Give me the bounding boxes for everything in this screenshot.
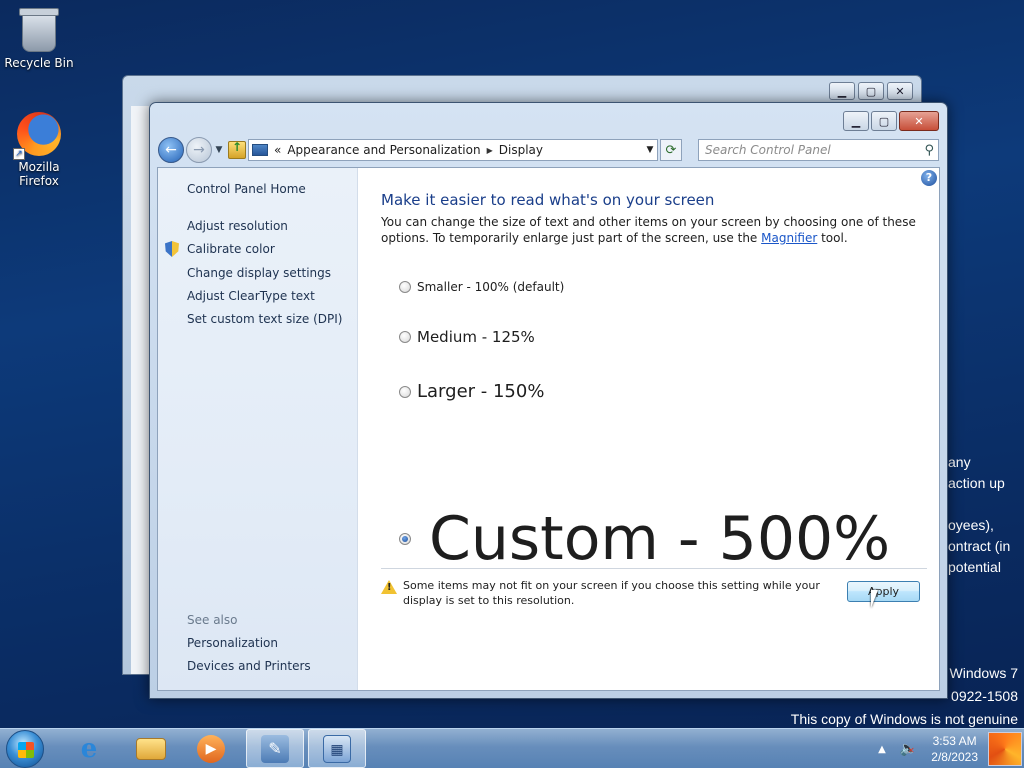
change-display-settings-link[interactable]: Change display settings [187, 266, 331, 280]
control-panel-icon: ▦ [323, 734, 351, 763]
option-medium[interactable]: Medium - 125% [399, 328, 535, 346]
see-also-heading: See also [187, 613, 238, 627]
taskbar-media-player[interactable]: ▶ [182, 729, 240, 768]
recycle-bin-icon [19, 8, 59, 52]
search-input[interactable]: Search Control Panel ⚲ [698, 139, 939, 161]
maximize-button[interactable]: ▢ [871, 111, 897, 131]
calibrate-color-link[interactable]: Calibrate color [187, 242, 275, 256]
taskbar-control-panel[interactable]: ▦ [308, 729, 366, 768]
option-label: Smaller - 100% (default) [417, 280, 565, 294]
firefox-icon: ↗ [13, 112, 61, 160]
option-smaller[interactable]: Smaller - 100% (default) [399, 280, 564, 294]
main-pane: ? Make it easier to read what's on your … [358, 168, 939, 690]
window-caption-buttons: ▁ ▢ ✕ [829, 82, 913, 100]
address-dropdown-icon[interactable]: ▼ [643, 145, 657, 155]
apply-button[interactable]: Apply [847, 581, 920, 602]
start-button[interactable] [6, 730, 44, 768]
magnifier-link[interactable]: Magnifier [761, 231, 817, 245]
shield-icon [165, 241, 179, 257]
folder-icon [136, 737, 166, 760]
option-custom[interactable]: Custom - 500% [399, 504, 890, 574]
control-panel-home-link[interactable]: Control Panel Home [187, 182, 306, 196]
taskbar-paint[interactable]: ✎ [246, 729, 304, 768]
forward-button[interactable]: → [186, 137, 212, 163]
maximize-button[interactable]: ▢ [858, 82, 884, 100]
volume-muted-icon[interactable]: 🔈 [900, 741, 917, 757]
adjust-cleartype-link[interactable]: Adjust ClearType text [187, 289, 315, 303]
background-line: oyees), [948, 517, 994, 533]
search-icon[interactable]: ⚲ [924, 143, 934, 158]
refresh-button[interactable]: ⟳ [660, 139, 682, 161]
breadcrumb-appearance[interactable]: Appearance and Personalization [287, 143, 480, 157]
control-panel-icon [252, 144, 268, 156]
close-button[interactable]: ✕ [887, 82, 913, 100]
shortcut-arrow-icon: ↗ [13, 148, 25, 160]
recent-pages-dropdown[interactable]: ▼ [212, 145, 226, 155]
page-title: Make it easier to read what's on your sc… [381, 191, 715, 209]
radio-button[interactable] [399, 385, 411, 398]
option-label: Custom - 500% [429, 504, 891, 574]
search-placeholder: Search Control Panel [705, 143, 831, 157]
taskbar: e ▶ ✎ ▦ ▲ 🔈 3:53 AM 2/8/2023 [0, 728, 1024, 768]
background-line: action up [948, 475, 1005, 491]
page-description: You can change the size of text and othe… [381, 214, 926, 246]
media-player-icon: ▶ [197, 734, 225, 763]
paint-icon: ✎ [261, 734, 289, 763]
minimize-button[interactable]: ▁ [843, 111, 869, 131]
window-content: Control Panel Home Adjust resolution Cal… [157, 167, 940, 691]
warning-message: Some items may not fit on your screen if… [403, 579, 820, 607]
display-window[interactable]: ▁ ▢ ✕ ← → ▼ « Appearance and Personaliza… [149, 102, 948, 699]
show-hidden-icons-icon[interactable]: ▲ [878, 744, 886, 755]
desktop-icon-label: Recycle Bin [4, 56, 74, 70]
window-caption-buttons: ▁ ▢ ✕ [843, 111, 939, 131]
custom-text-size-link[interactable]: Set custom text size (DPI) [187, 312, 342, 326]
help-icon[interactable]: ? [921, 170, 937, 186]
clock[interactable]: 3:53 AM 2/8/2023 [931, 733, 978, 765]
left-navigation-pane: Control Panel Home Adjust resolution Cal… [158, 168, 358, 690]
background-text: any action up oyees), ontract (in potent… [948, 452, 1010, 578]
address-bar[interactable]: « Appearance and Personalization ▶ Displ… [248, 139, 658, 161]
minimize-button[interactable]: ▁ [829, 82, 855, 100]
internet-explorer-icon: e [80, 733, 98, 764]
background-line [948, 494, 1010, 515]
radio-button-selected[interactable] [399, 533, 411, 545]
windows-logo-icon [18, 742, 34, 758]
warning-icon [381, 580, 397, 594]
description-text: tool. [817, 231, 848, 245]
breadcrumb-separator-icon[interactable]: ▶ [487, 146, 493, 155]
background-line: potential [948, 559, 1001, 575]
taskbar-internet-explorer[interactable]: e [60, 729, 118, 768]
radio-button[interactable] [399, 331, 411, 343]
desktop-icon-label: Mozilla Firefox [18, 160, 60, 188]
up-folder-icon[interactable] [228, 140, 246, 159]
system-tray: ▲ 🔈 3:53 AM 2/8/2023 [878, 729, 1024, 768]
navigation-bar: ← → ▼ « Appearance and Personalization ▶… [158, 137, 939, 163]
close-button[interactable]: ✕ [899, 111, 939, 131]
background-line: ontract (in [948, 538, 1011, 554]
breadcrumb-display[interactable]: Display [499, 143, 543, 157]
taskbar-explorer[interactable] [122, 729, 180, 768]
option-larger[interactable]: Larger - 150% [399, 381, 544, 402]
back-button[interactable]: ← [158, 137, 184, 163]
divider [381, 568, 927, 569]
devices-and-printers-link[interactable]: Devices and Printers [187, 659, 311, 673]
clock-date: 2/8/2023 [931, 750, 978, 764]
desktop-icon-recycle-bin[interactable]: Recycle Bin [0, 6, 78, 70]
breadcrumb-overflow[interactable]: « [274, 143, 281, 157]
show-desktop-button[interactable] [988, 732, 1022, 766]
personalization-link[interactable]: Personalization [187, 636, 278, 650]
adjust-resolution-link[interactable]: Adjust resolution [187, 219, 288, 233]
clock-time: 3:53 AM [932, 734, 977, 748]
option-label: Medium - 125% [417, 328, 535, 346]
desktop-icon-firefox[interactable]: ↗ Mozilla Firefox [0, 112, 78, 188]
radio-button[interactable] [399, 281, 411, 293]
option-label: Larger - 150% [417, 381, 545, 402]
background-line: any [948, 454, 971, 470]
mouse-cursor-icon [871, 590, 878, 608]
